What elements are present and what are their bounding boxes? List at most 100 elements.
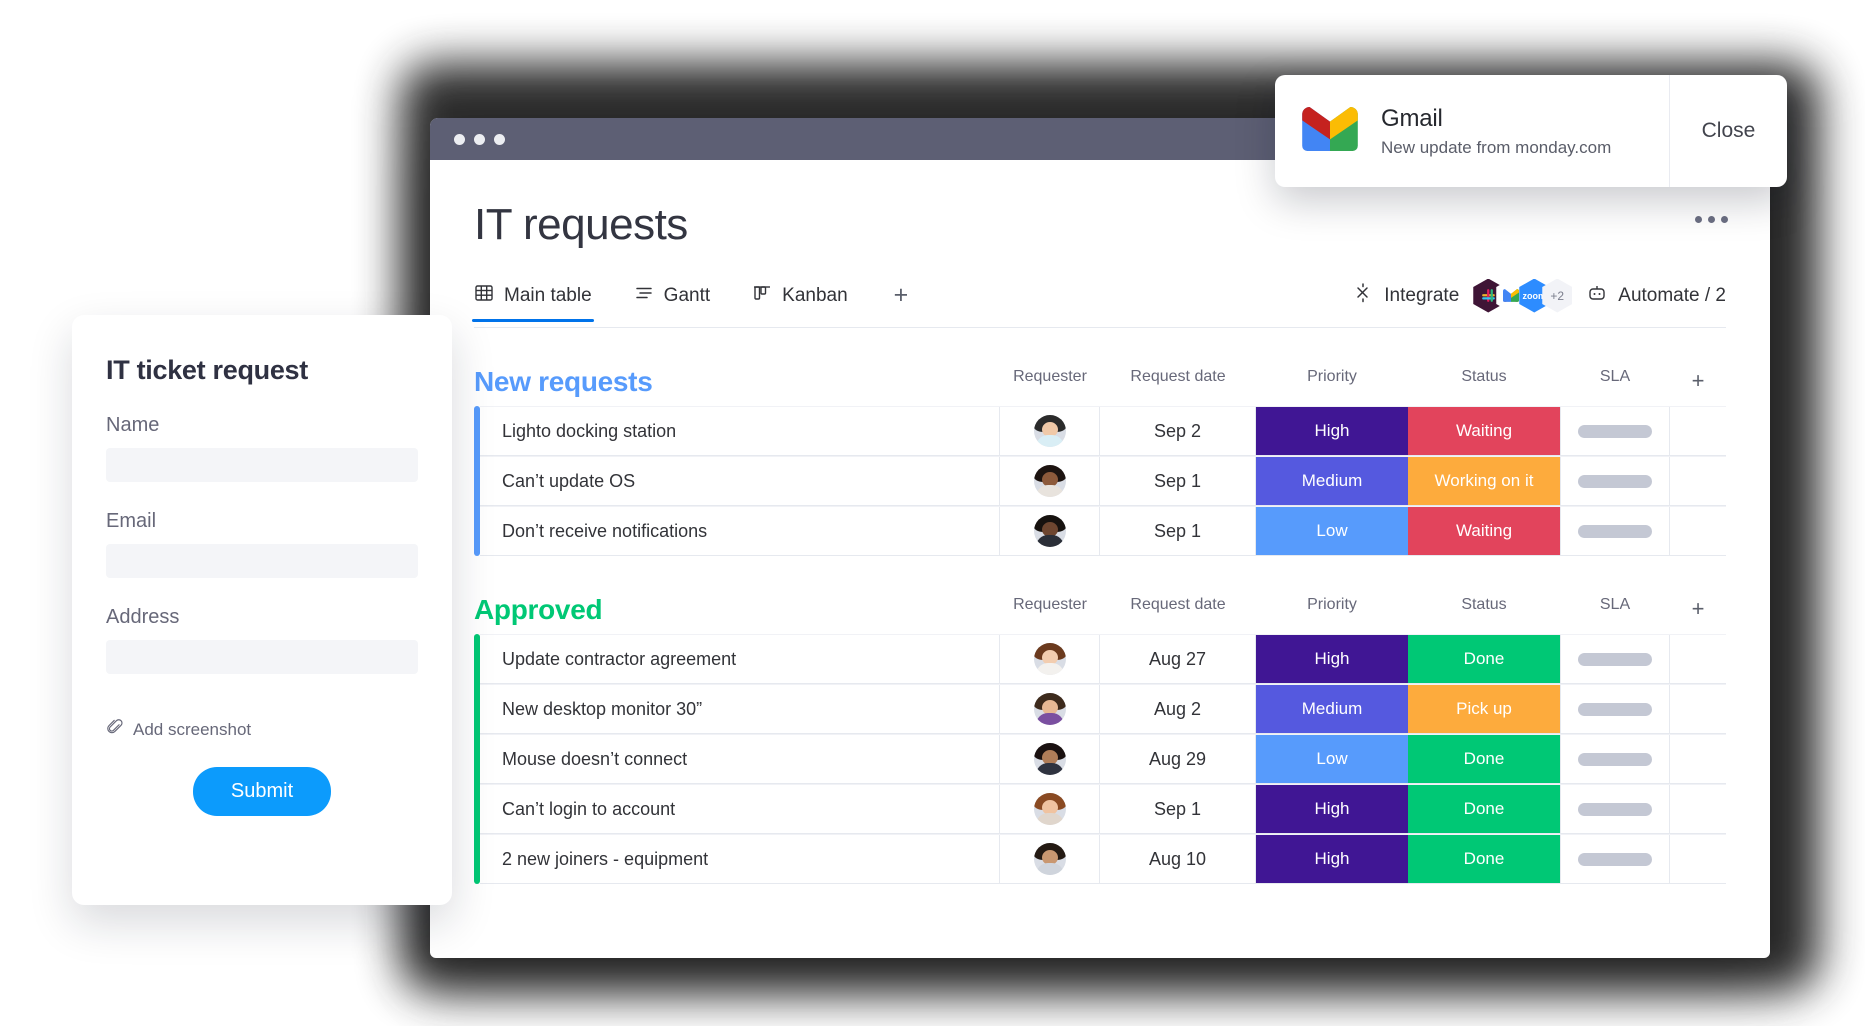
cell-requester[interactable] [1000, 507, 1100, 555]
cell-status[interactable]: Done [1408, 785, 1560, 833]
column-header-requester[interactable]: Requester [1000, 596, 1100, 622]
cell-status[interactable]: Done [1408, 735, 1560, 783]
cell-item-name[interactable]: New desktop monitor 30” [480, 685, 1000, 733]
add-column-button[interactable]: + [1670, 596, 1726, 622]
column-header-priority[interactable]: Priority [1256, 368, 1408, 394]
integration-overflow-badge: +2 [1542, 278, 1573, 313]
cell-sla[interactable] [1560, 685, 1670, 733]
window-minimize-dot[interactable] [474, 133, 485, 145]
cell-sla[interactable] [1560, 507, 1670, 555]
table-row[interactable]: 2 new joiners - equipment Aug 10 High Done [480, 834, 1726, 884]
automate-button[interactable]: Automate / 2 [1586, 282, 1726, 310]
board-group: Approved Requester Request date Priority Sta… [474, 584, 1726, 884]
tab-main-table[interactable]: Main table [472, 283, 594, 322]
integration-avatars[interactable]: zoom +2 [1473, 278, 1573, 313]
board-options-menu[interactable] [1695, 216, 1728, 223]
avatar [1033, 465, 1066, 497]
add-column-button[interactable]: + [1670, 368, 1726, 394]
cell-request-date[interactable]: Sep 1 [1100, 507, 1256, 555]
cell-spacer [1670, 635, 1726, 683]
column-header-requester[interactable]: Requester [1000, 368, 1100, 394]
cell-requester[interactable] [1000, 635, 1100, 683]
table-row[interactable]: Update contractor agreement Aug 27 High Don… [480, 634, 1726, 684]
cell-request-date[interactable]: Aug 29 [1100, 735, 1256, 783]
cell-sla[interactable] [1560, 835, 1670, 883]
gmail-icon [1301, 106, 1359, 156]
tab-kanban[interactable]: Kanban [752, 283, 848, 321]
column-header-status[interactable]: Status [1408, 368, 1560, 394]
toast-content[interactable]: Gmail New update from monday.com [1275, 75, 1669, 187]
form-title: IT ticket request [106, 355, 308, 385]
cell-request-date[interactable]: Aug 10 [1100, 835, 1256, 883]
cell-item-name[interactable]: Mouse doesn’t connect [480, 735, 1000, 783]
column-header-priority[interactable]: Priority [1256, 596, 1408, 622]
cell-item-name[interactable]: Update contractor agreement [480, 635, 1000, 683]
cell-priority[interactable]: Low [1256, 507, 1408, 555]
table-row[interactable]: Lighto docking station Sep 2 High Waiting [480, 406, 1726, 456]
cell-priority[interactable]: High [1256, 407, 1408, 455]
cell-spacer [1670, 735, 1726, 783]
cell-status[interactable]: Waiting [1408, 507, 1560, 555]
column-header-status[interactable]: Status [1408, 596, 1560, 622]
cell-item-name[interactable]: 2 new joiners - equipment [480, 835, 1000, 883]
column-header-sla[interactable]: SLA [1560, 368, 1670, 394]
kebab-icon [1695, 216, 1702, 223]
table-row[interactable]: New desktop monitor 30” Aug 2 Medium Pick u… [480, 684, 1726, 734]
toast-title: Gmail [1381, 104, 1443, 132]
cell-status[interactable]: Working on it [1408, 457, 1560, 505]
cell-requester[interactable] [1000, 835, 1100, 883]
cell-status[interactable]: Done [1408, 635, 1560, 683]
tab-gantt[interactable]: Gantt [634, 283, 710, 321]
cell-status[interactable]: Waiting [1408, 407, 1560, 455]
name-field[interactable] [106, 448, 418, 482]
cell-request-date[interactable]: Sep 1 [1100, 785, 1256, 833]
column-header-sla[interactable]: SLA [1560, 596, 1670, 622]
close-button[interactable]: Close [1669, 75, 1787, 187]
gantt-icon [634, 283, 654, 309]
cell-requester[interactable] [1000, 685, 1100, 733]
cell-priority[interactable]: Medium [1256, 685, 1408, 733]
integrate-button[interactable]: Integrate [1352, 282, 1459, 310]
cell-item-name[interactable]: Can’t update OS [480, 457, 1000, 505]
cell-sla[interactable] [1560, 785, 1670, 833]
cell-priority[interactable]: Medium [1256, 457, 1408, 505]
cell-request-date[interactable]: Aug 27 [1100, 635, 1256, 683]
cell-priority[interactable]: High [1256, 835, 1408, 883]
cell-item-name[interactable]: Lighto docking station [480, 407, 1000, 455]
cell-priority[interactable]: High [1256, 635, 1408, 683]
submit-button[interactable]: Submit [192, 767, 332, 816]
add-screenshot-button[interactable]: Add screenshot [106, 718, 418, 741]
cell-request-date[interactable]: Sep 1 [1100, 457, 1256, 505]
cell-sla[interactable] [1560, 635, 1670, 683]
cell-item-name[interactable]: Can’t login to account [480, 785, 1000, 833]
cell-requester[interactable] [1000, 735, 1100, 783]
column-header-request-date[interactable]: Request date [1100, 596, 1256, 622]
cell-request-date[interactable]: Sep 2 [1100, 407, 1256, 455]
window-close-dot[interactable] [454, 133, 465, 145]
cell-requester[interactable] [1000, 407, 1100, 455]
plug-icon [1352, 282, 1374, 310]
column-header-request-date[interactable]: Request date [1100, 368, 1256, 394]
cell-requester[interactable] [1000, 785, 1100, 833]
email-field[interactable] [106, 544, 418, 578]
cell-priority[interactable]: High [1256, 785, 1408, 833]
cell-request-date[interactable]: Aug 2 [1100, 685, 1256, 733]
window-maximize-dot[interactable] [494, 133, 505, 145]
cell-item-name[interactable]: Don’t receive notifications [480, 507, 1000, 555]
sla-progress-bar [1578, 802, 1652, 816]
table-row[interactable]: Can’t login to account Sep 1 High Done [480, 784, 1726, 834]
board-toolbar: Integrate zoom +2 Automate / 2 [1352, 278, 1726, 325]
table-row[interactable]: Don’t receive notifications Sep 1 Low Waiti… [480, 506, 1726, 556]
add-view-button[interactable]: + [894, 281, 909, 322]
address-field[interactable] [106, 640, 418, 674]
cell-priority[interactable]: Low [1256, 735, 1408, 783]
integrate-label: Integrate [1384, 284, 1460, 306]
cell-requester[interactable] [1000, 457, 1100, 505]
table-row[interactable]: Mouse doesn’t connect Aug 29 Low Done [480, 734, 1726, 784]
cell-sla[interactable] [1560, 457, 1670, 505]
cell-sla[interactable] [1560, 735, 1670, 783]
table-row[interactable]: Can’t update OS Sep 1 Medium Working on it [480, 456, 1726, 506]
cell-status[interactable]: Pick up [1408, 685, 1560, 733]
cell-sla[interactable] [1560, 407, 1670, 455]
cell-status[interactable]: Done [1408, 835, 1560, 883]
